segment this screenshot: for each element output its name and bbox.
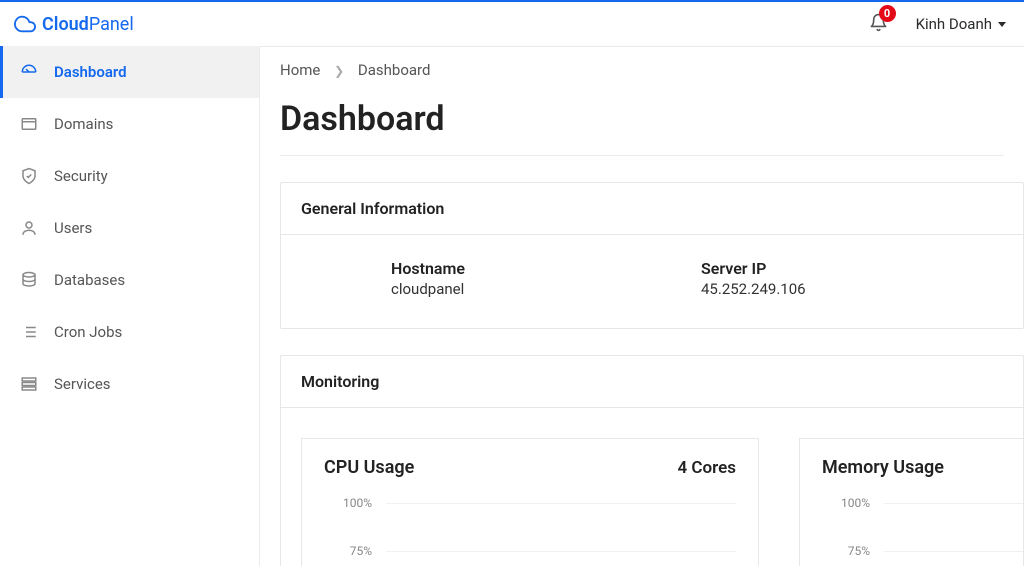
top-header: CloudPanel 0 Kinh Doanh bbox=[0, 2, 1024, 46]
y-tick-label: 75% bbox=[324, 544, 372, 558]
page-title: Dashboard bbox=[260, 93, 1024, 155]
brand-logo[interactable]: CloudPanel bbox=[14, 13, 134, 35]
notification-badge: 0 bbox=[879, 5, 896, 22]
sidebar-item-users[interactable]: Users bbox=[0, 202, 259, 254]
chart-title: CPU Usage bbox=[324, 457, 414, 478]
user-name: Kinh Doanh bbox=[916, 15, 992, 33]
cpu-usage-chart: CPU Usage 4 Cores 100% 75% bbox=[301, 438, 759, 566]
breadcrumb-current: Dashboard bbox=[358, 61, 431, 79]
monitoring-card: Monitoring CPU Usage 4 Cores 100% 75% Me… bbox=[280, 355, 1024, 566]
breadcrumb: Home ❯ Dashboard bbox=[260, 47, 1024, 93]
y-tick-label: 100% bbox=[822, 496, 870, 510]
chevron-right-icon: ❯ bbox=[334, 64, 344, 78]
sidebar-item-label: Security bbox=[54, 167, 108, 185]
database-icon bbox=[20, 271, 38, 289]
sidebar-item-label: Dashboard bbox=[54, 63, 127, 81]
sidebar-item-label: Domains bbox=[54, 115, 113, 133]
sidebar-item-domains[interactable]: Domains bbox=[0, 98, 259, 150]
y-tick-label: 75% bbox=[822, 544, 870, 558]
user-menu[interactable]: Kinh Doanh bbox=[916, 15, 1006, 33]
chevron-down-icon bbox=[998, 22, 1006, 27]
serverip-block: Server IP 45.252.249.106 bbox=[701, 259, 1011, 298]
y-tick-label: 100% bbox=[324, 496, 372, 510]
sidebar-item-security[interactable]: Security bbox=[0, 150, 259, 202]
sidebar-item-label: Databases bbox=[54, 271, 125, 289]
sidebar-item-services[interactable]: Services bbox=[0, 358, 259, 410]
sidebar-item-label: Users bbox=[54, 219, 92, 237]
dashboard-icon bbox=[20, 63, 38, 81]
serverip-label: Server IP bbox=[701, 259, 1011, 278]
shield-icon bbox=[20, 167, 38, 185]
chart-title: Memory Usage bbox=[822, 457, 944, 478]
hostname-label: Hostname bbox=[391, 259, 701, 278]
serverip-value: 45.252.249.106 bbox=[701, 280, 1011, 298]
cloud-icon bbox=[14, 13, 36, 35]
general-info-card: General Information Hostname cloudpanel … bbox=[280, 182, 1024, 329]
brand-second: Panel bbox=[89, 14, 134, 35]
sidebar-item-label: Cron Jobs bbox=[54, 323, 122, 341]
sidebar-item-label: Services bbox=[54, 375, 111, 393]
notifications-button[interactable]: 0 bbox=[869, 13, 888, 36]
card-header: General Information bbox=[281, 183, 1023, 235]
sidebar-item-dashboard[interactable]: Dashboard bbox=[0, 46, 259, 98]
hostname-value: cloudpanel bbox=[391, 280, 701, 298]
brand-first: Cloud bbox=[42, 14, 89, 35]
user-icon bbox=[20, 219, 38, 237]
main-content: Home ❯ Dashboard Dashboard General Infor… bbox=[259, 46, 1024, 566]
sidebar: Dashboard Domains Security Users Databas… bbox=[0, 46, 259, 566]
list-icon bbox=[20, 323, 38, 341]
sidebar-item-databases[interactable]: Databases bbox=[0, 254, 259, 306]
hostname-block: Hostname cloudpanel bbox=[391, 259, 701, 298]
memory-usage-chart: Memory Usage 100% 75% bbox=[799, 438, 1024, 566]
card-header: Monitoring bbox=[281, 356, 1023, 408]
window-icon bbox=[20, 115, 38, 133]
sidebar-item-cronjobs[interactable]: Cron Jobs bbox=[0, 306, 259, 358]
breadcrumb-home[interactable]: Home bbox=[280, 61, 320, 79]
services-icon bbox=[20, 375, 38, 393]
chart-meta: 4 Cores bbox=[677, 458, 736, 478]
divider bbox=[280, 155, 1004, 156]
